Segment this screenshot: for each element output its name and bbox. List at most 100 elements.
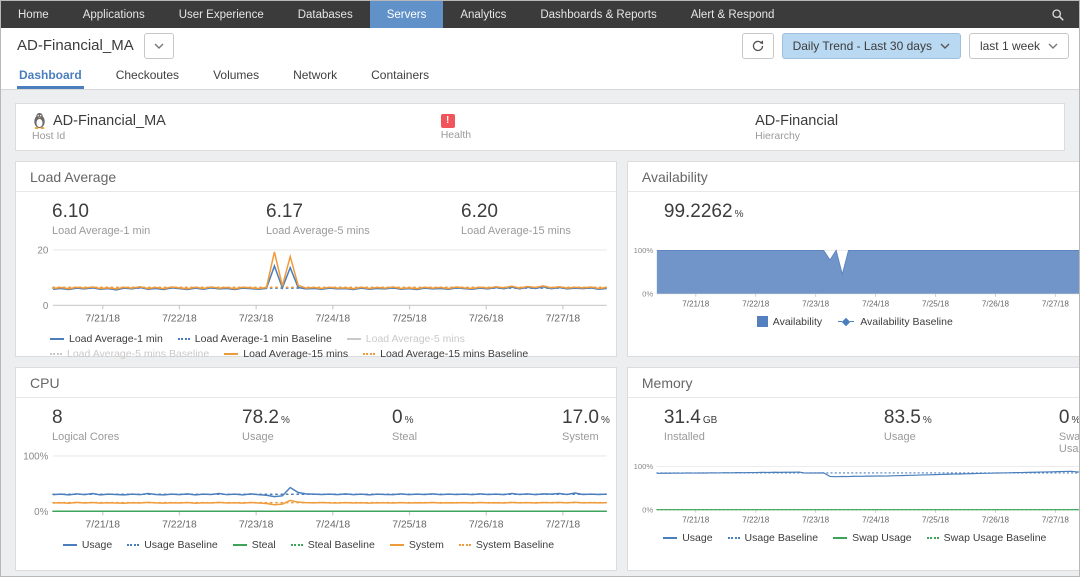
line-swatch-icon bbox=[50, 338, 64, 340]
legend-item[interactable]: Load Average-15 mins Baseline bbox=[363, 348, 528, 360]
refresh-button[interactable] bbox=[742, 33, 774, 59]
legend-item[interactable]: Load Average-1 min Baseline bbox=[178, 333, 332, 345]
svg-text:7/23/18: 7/23/18 bbox=[239, 313, 274, 324]
memory-stats: 31.4GB Installed 83.5% Usage 0% Swap Usa… bbox=[628, 398, 1080, 461]
nav-item-servers[interactable]: Servers bbox=[370, 1, 444, 28]
linux-penguin-icon bbox=[32, 112, 47, 129]
legend-item[interactable]: Load Average-1 min bbox=[50, 333, 163, 345]
legend-item[interactable]: Usage bbox=[663, 532, 712, 544]
svg-text:7/21/18: 7/21/18 bbox=[85, 313, 120, 324]
legend-item[interactable]: Swap Usage Baseline bbox=[927, 532, 1047, 544]
tab-checkoutes[interactable]: Checkoutes bbox=[114, 63, 181, 89]
top-nav: Home Applications User Experience Databa… bbox=[1, 1, 1079, 28]
nav-item-home[interactable]: Home bbox=[1, 1, 66, 28]
legend-item[interactable]: Availability bbox=[757, 316, 822, 328]
legend-item[interactable]: Usage Baseline bbox=[127, 539, 218, 551]
svg-text:7/25/18: 7/25/18 bbox=[922, 515, 950, 524]
svg-text:7/24/18: 7/24/18 bbox=[316, 313, 351, 324]
availability-chart: 100%0%7/21/187/22/187/23/187/24/187/25/1… bbox=[628, 245, 1080, 314]
memory-legend: Usage Usage Baseline Swap Usage Swap Usage … bbox=[628, 530, 1080, 544]
tab-dashboard[interactable]: Dashboard bbox=[17, 63, 84, 89]
line-swatch-icon bbox=[63, 544, 77, 546]
panel-title: CPU bbox=[16, 368, 616, 398]
legend-item[interactable]: Steal Baseline bbox=[291, 539, 375, 551]
svg-text:7/22/18: 7/22/18 bbox=[162, 313, 197, 324]
nav-item-user-experience[interactable]: User Experience bbox=[162, 1, 281, 28]
legend-item[interactable]: Load Average-5 mins bbox=[347, 333, 465, 345]
legend-item[interactable]: Availability Baseline bbox=[837, 316, 953, 328]
svg-text:7/26/18: 7/26/18 bbox=[982, 515, 1010, 524]
legend-item[interactable]: Steal bbox=[233, 539, 276, 551]
svg-text:7/25/18: 7/25/18 bbox=[392, 519, 427, 530]
load-average-chart: 2007/21/187/22/187/23/187/24/187/25/187/… bbox=[16, 243, 616, 331]
app-window: Home Applications User Experience Databa… bbox=[0, 0, 1080, 577]
health-block: ! Health bbox=[425, 114, 739, 141]
svg-text:0%: 0% bbox=[642, 505, 653, 514]
legend-label: Swap Usage Baseline bbox=[944, 532, 1047, 544]
stat-cpu-steal: 0% Steal bbox=[392, 407, 562, 443]
search-button[interactable] bbox=[1037, 1, 1079, 28]
svg-text:7/23/18: 7/23/18 bbox=[239, 519, 274, 530]
svg-text:7/27/18: 7/27/18 bbox=[546, 519, 581, 530]
nav-item-dashboards-reports[interactable]: Dashboards & Reports bbox=[523, 1, 673, 28]
availability-stats: 99.2262% bbox=[628, 192, 1080, 245]
time-range-selector-button[interactable]: last 1 week bbox=[969, 33, 1069, 59]
legend-item[interactable]: Usage Baseline bbox=[728, 532, 819, 544]
chevron-down-icon bbox=[1048, 43, 1058, 49]
hierarchy-block: AD-Financial Hierarchy bbox=[739, 113, 1064, 142]
legend-label: Availability bbox=[773, 316, 822, 328]
svg-text:7/26/18: 7/26/18 bbox=[982, 299, 1010, 308]
load-average-legend: Load Average-1 min Load Average-1 min Bas… bbox=[16, 331, 616, 360]
dotted-swatch-icon bbox=[291, 544, 303, 546]
legend-label: Availability Baseline bbox=[860, 316, 953, 328]
svg-text:7/21/18: 7/21/18 bbox=[682, 299, 710, 308]
stat-load-15min: 6.20 Load Average-15 mins bbox=[461, 201, 610, 237]
svg-text:7/23/18: 7/23/18 bbox=[802, 515, 830, 524]
legend-item[interactable]: Swap Usage bbox=[833, 532, 912, 544]
legend-item[interactable]: System Baseline bbox=[459, 539, 554, 551]
trend-selector-button[interactable]: Daily Trend - Last 30 days bbox=[782, 33, 961, 59]
trend-selector-label: Daily Trend - Last 30 days bbox=[793, 39, 932, 53]
svg-text:7/27/18: 7/27/18 bbox=[1042, 299, 1070, 308]
svg-text:7/24/18: 7/24/18 bbox=[862, 299, 890, 308]
legend-label: Usage Baseline bbox=[745, 532, 819, 544]
line-swatch-icon bbox=[663, 537, 677, 539]
stat-load-5min: 6.17 Load Average-5 mins bbox=[266, 201, 461, 237]
legend-label: System Baseline bbox=[476, 539, 554, 551]
tab-containers[interactable]: Containers bbox=[369, 63, 431, 89]
chevron-down-icon bbox=[154, 43, 164, 49]
load-average-panel: Load Average 6.10 Load Average-1 min 6.1… bbox=[15, 161, 617, 357]
dotted-swatch-icon bbox=[363, 353, 375, 355]
health-critical-icon[interactable]: ! bbox=[441, 114, 455, 128]
stat-cpu-system: 17.0% System bbox=[562, 407, 610, 443]
legend-label: Load Average-15 mins bbox=[243, 348, 348, 360]
legend-label: Load Average-1 min Baseline bbox=[195, 333, 332, 345]
nav-item-databases[interactable]: Databases bbox=[281, 1, 370, 28]
cpu-chart: 100%0%7/21/187/22/187/23/187/24/187/25/1… bbox=[16, 449, 616, 537]
nav-item-alert-respond[interactable]: Alert & Respond bbox=[674, 1, 792, 28]
legend-item[interactable]: Usage bbox=[63, 539, 112, 551]
svg-text:7/27/18: 7/27/18 bbox=[546, 313, 581, 324]
tab-volumes[interactable]: Volumes bbox=[211, 63, 261, 89]
nav-spacer bbox=[791, 1, 1037, 28]
dotted-swatch-icon bbox=[50, 353, 62, 355]
svg-text:20: 20 bbox=[37, 245, 48, 256]
host-selector-dropdown-button[interactable] bbox=[144, 33, 174, 59]
load-average-stats: 6.10 Load Average-1 min 6.17 Load Averag… bbox=[16, 192, 616, 243]
cpu-panel: CPU 8 Logical Cores 78.2% Usage 0% Steal… bbox=[15, 367, 617, 571]
legend-label: Load Average-5 mins bbox=[366, 333, 465, 345]
nav-item-analytics[interactable]: Analytics bbox=[443, 1, 523, 28]
line-swatch-icon bbox=[833, 537, 847, 539]
cpu-stats: 8 Logical Cores 78.2% Usage 0% Steal 17.… bbox=[16, 398, 616, 449]
legend-item[interactable]: Load Average-5 mins Baseline bbox=[50, 348, 209, 360]
svg-text:7/21/18: 7/21/18 bbox=[682, 515, 710, 524]
legend-item[interactable]: System bbox=[390, 539, 444, 551]
svg-text:100%: 100% bbox=[23, 451, 48, 462]
legend-item[interactable]: Load Average-15 mins bbox=[224, 348, 348, 360]
svg-text:7/22/18: 7/22/18 bbox=[742, 299, 770, 308]
nav-item-applications[interactable]: Applications bbox=[66, 1, 162, 28]
svg-text:100%: 100% bbox=[634, 462, 654, 471]
tab-network[interactable]: Network bbox=[291, 63, 339, 89]
svg-text:7/22/18: 7/22/18 bbox=[742, 515, 770, 524]
header-toolbar: AD-Financial_MA Daily Trend - Last 30 da… bbox=[1, 28, 1079, 63]
